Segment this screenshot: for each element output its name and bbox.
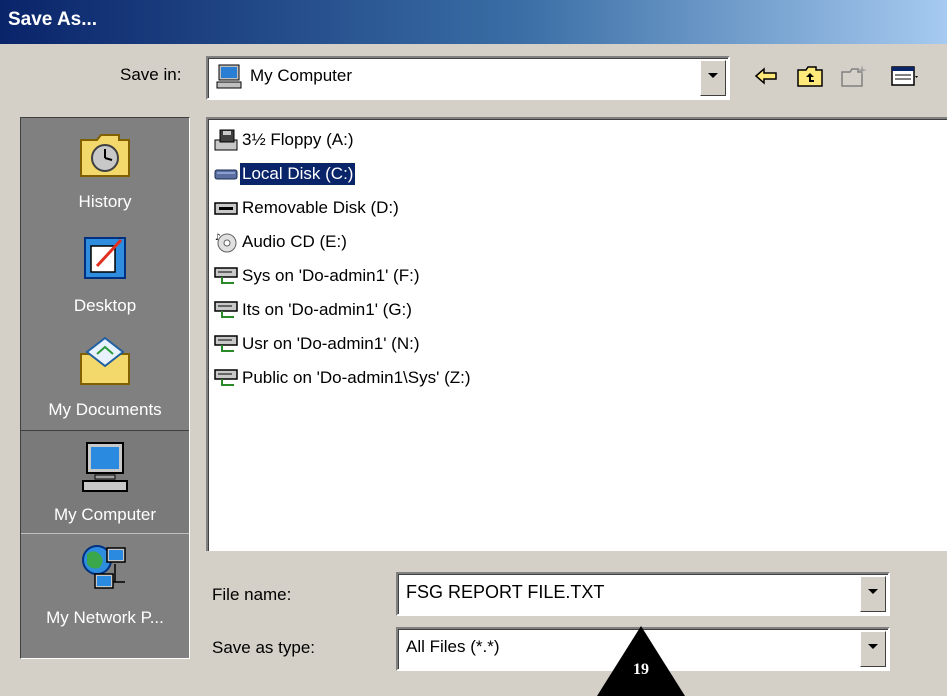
place-label: My Computer [53,505,157,524]
floppy-drive-icon [214,129,238,151]
hard-disk-icon [214,169,238,180]
views-menu-icon[interactable] [890,62,918,90]
desktop-icon [84,237,126,279]
save-as-type-value: All Files (*.*) [406,637,500,656]
cd-drive-icon: ♪ [215,233,237,253]
network-drive-icon [214,369,238,386]
file-name-input[interactable]: FSG REPORT FILE.TXT [396,572,890,616]
place-label: My Network P... [46,608,164,627]
title-bar: Save As... [0,0,947,44]
save-in-dropdown-button[interactable] [700,60,726,96]
my-computer-icon [216,64,242,89]
item-label: Public on 'Do-admin1\Sys' (Z:) [242,368,471,387]
back-arrow-icon[interactable] [752,62,780,90]
place-my-documents[interactable]: My Documents [21,326,189,430]
file-name-dropdown-button[interactable] [860,576,886,612]
place-my-computer[interactable]: My Computer [21,430,189,534]
file-name-label: File name: [212,585,292,604]
place-label: Desktop [73,296,137,315]
network-drive-icon [214,335,238,352]
item-label: Audio CD (E:) [242,232,347,251]
network-drive-icon [214,301,238,318]
my-documents-icon [80,336,130,385]
item-label: Its on 'Do-admin1' (G:) [242,300,412,319]
save-in-label: Save in: [120,65,182,84]
save-as-type-label: Save as type: [212,638,316,657]
my-computer-icon [82,442,128,492]
removable-disk-icon [214,202,238,215]
place-label: History [78,192,132,211]
callout-number: 19 [633,661,649,678]
item-label: Usr on 'Do-admin1' (N:) [242,334,420,353]
file-list[interactable]: 3½ Floppy (A:) Local Disk (C:) Removable… [206,117,947,551]
places-bar: History Desktop My Documents My Computer [20,117,190,659]
network-places-icon [82,545,126,589]
history-icon [80,134,130,177]
place-desktop[interactable]: Desktop [21,222,189,326]
new-folder-icon[interactable] [840,62,868,90]
item-label: Local Disk (C:) [238,162,357,186]
window-title: Save As... [8,9,98,30]
up-folder-icon[interactable] [796,62,824,90]
save-in-value: My Computer [250,66,353,85]
item-label: Sys on 'Do-admin1' (F:) [242,266,420,285]
item-label: Removable Disk (D:) [242,198,399,217]
save-in-dropdown[interactable]: My Computer [206,56,730,100]
svg-text:♪: ♪ [215,233,221,243]
save-as-type-dropdown-button[interactable] [860,631,886,667]
file-name-value: FSG REPORT FILE.TXT [406,582,605,602]
place-history[interactable]: History [21,118,189,222]
place-label: My Documents [48,400,162,419]
place-my-network-places[interactable]: My Network P... [21,534,189,638]
item-label: 3½ Floppy (A:) [242,130,354,149]
network-drive-icon [214,267,238,284]
